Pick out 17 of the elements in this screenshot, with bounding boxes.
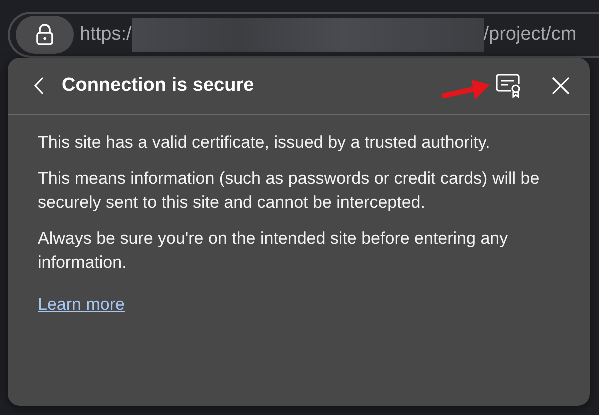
annotation-arrow (442, 78, 492, 102)
close-icon (552, 77, 570, 95)
site-info-button[interactable] (16, 16, 74, 54)
chevron-left-icon (34, 77, 44, 95)
address-bar[interactable]: https:/ /project/cm (8, 12, 599, 58)
certificate-icon (496, 74, 522, 98)
info-paragraph: Always be sure you're on the intended site before entering any information. (38, 228, 510, 274)
close-button[interactable] (552, 77, 570, 95)
learn-more-link[interactable]: Learn more (38, 293, 125, 317)
lock-icon (36, 24, 54, 46)
url-text: https:/ (80, 24, 132, 46)
popup-title: Connection is secure (62, 75, 254, 97)
info-paragraph: This means information (such as passwords or credit cards) will be securely sent to this site and cannot be intercepted. (38, 168, 541, 214)
certificate-button[interactable] (496, 74, 522, 98)
back-button[interactable] (34, 77, 44, 95)
info-paragraph: This site has a valid certificate, issued by a trusted authority. (38, 132, 492, 154)
url-text: /project/cm (484, 24, 577, 46)
